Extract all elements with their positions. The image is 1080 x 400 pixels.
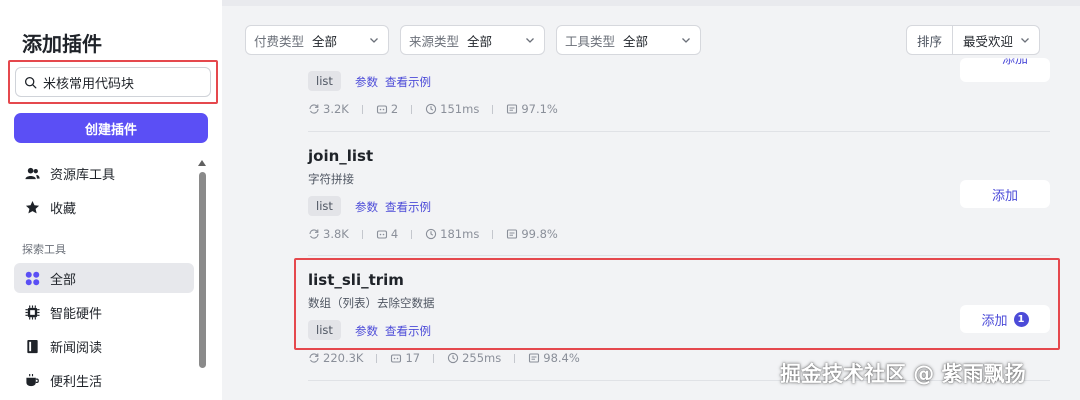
refresh-icon bbox=[309, 229, 319, 239]
nav-label: 便利生活 bbox=[50, 374, 103, 390]
scroll-up-arrow-icon[interactable] bbox=[198, 160, 206, 166]
stat-bots: 2 bbox=[376, 102, 398, 116]
search-box[interactable] bbox=[15, 67, 211, 97]
stat-latency: 255ms bbox=[447, 351, 501, 365]
chevron-down-icon bbox=[370, 38, 378, 43]
bot-icon bbox=[391, 354, 402, 363]
search-input[interactable] bbox=[43, 74, 203, 90]
nav-label: 收藏 bbox=[50, 201, 77, 217]
filter-label: 工具类型 bbox=[565, 33, 616, 49]
stat-uses: 220.3K bbox=[308, 351, 363, 365]
stat-bots: 17 bbox=[390, 351, 420, 365]
sidebar-scrollbar[interactable] bbox=[197, 160, 207, 375]
message-icon bbox=[507, 229, 518, 239]
view-example-link[interactable]: 查看示例 bbox=[385, 323, 431, 339]
watermark-text: 掘金技术社区 @ 紫雨飘扬 bbox=[780, 362, 1026, 386]
create-plugin-button[interactable]: 创建插件 bbox=[14, 113, 208, 143]
stat-bots: 4 bbox=[376, 227, 398, 241]
stat-latency: 151ms bbox=[425, 102, 479, 116]
add-button[interactable]: 添加 bbox=[960, 180, 1050, 208]
sort-dropdown[interactable]: 排序 最受欢迎 bbox=[906, 25, 1040, 55]
nav-item-news-reading[interactable]: 新闻阅读 bbox=[14, 331, 194, 361]
nav-item-favorites[interactable]: 收藏 bbox=[14, 192, 194, 222]
nav-item-smart-hardware[interactable]: 智能硬件 bbox=[14, 297, 194, 327]
filter-value: 全部 bbox=[312, 33, 338, 49]
card-divider bbox=[308, 255, 1050, 256]
stat-success: 97.1% bbox=[506, 102, 558, 116]
chevron-down-icon bbox=[682, 38, 690, 43]
params-link[interactable]: 参数 bbox=[355, 199, 378, 215]
plugin-description: 数组（列表）去除空数据 bbox=[308, 296, 435, 310]
nav-label: 资源库工具 bbox=[50, 167, 116, 183]
message-icon bbox=[507, 104, 518, 114]
filter-pay-type[interactable]: 付费类型 全部 bbox=[245, 25, 389, 55]
params-link[interactable]: 参数 bbox=[355, 74, 378, 90]
bot-icon bbox=[376, 105, 387, 114]
card-divider bbox=[308, 131, 1050, 132]
add-button[interactable]: 添加 bbox=[960, 58, 1050, 82]
section-label-explore: 探索工具 bbox=[22, 243, 66, 256]
chevron-down-icon bbox=[526, 38, 534, 43]
nav-label: 全部 bbox=[50, 272, 77, 288]
stat-success: 99.8% bbox=[506, 227, 558, 241]
bot-icon bbox=[376, 230, 387, 239]
filter-label: 付费类型 bbox=[254, 33, 305, 49]
users-icon bbox=[24, 165, 40, 181]
stat-uses: 3.2K bbox=[308, 102, 349, 116]
tag-list: list bbox=[308, 71, 341, 91]
sort-label: 排序 bbox=[907, 26, 954, 54]
refresh-icon bbox=[309, 104, 319, 114]
tag-list: list bbox=[308, 320, 341, 340]
stat-uses: 3.8K bbox=[308, 227, 349, 241]
add-button-with-badge[interactable]: 添加 1 bbox=[960, 305, 1050, 333]
filter-value: 全部 bbox=[623, 33, 649, 49]
sort-value: 最受欢迎 bbox=[963, 33, 1014, 49]
search-highlight-box bbox=[8, 60, 218, 104]
nav-item-all[interactable]: 全部 bbox=[14, 263, 194, 293]
chevron-down-icon bbox=[1021, 38, 1029, 43]
plugin-stats: 3.2K 2 151ms 97.1% bbox=[308, 102, 558, 116]
scrollbar-thumb[interactable] bbox=[198, 172, 206, 368]
filter-label: 来源类型 bbox=[409, 33, 460, 49]
chip-icon bbox=[24, 304, 40, 320]
clock-icon bbox=[426, 228, 437, 240]
filter-value: 全部 bbox=[467, 33, 493, 49]
add-label: 添加 bbox=[981, 313, 1008, 329]
stat-latency: 181ms bbox=[425, 227, 479, 241]
nav-label: 智能硬件 bbox=[50, 306, 103, 322]
plugin-name: join_list bbox=[308, 147, 374, 165]
grid-icon bbox=[24, 270, 40, 286]
search-icon bbox=[24, 76, 37, 88]
view-example-link[interactable]: 查看示例 bbox=[385, 74, 431, 90]
sidebar: 添加插件 创建插件 资源库工具 收藏 探索工具 全部 智能硬件 bbox=[0, 0, 222, 400]
book-icon bbox=[24, 338, 40, 354]
count-badge: 1 bbox=[1013, 311, 1029, 327]
tag-list: list bbox=[308, 196, 341, 216]
plugin-description: 字符拼接 bbox=[308, 172, 354, 186]
cup-icon bbox=[24, 372, 40, 388]
view-example-link[interactable]: 查看示例 bbox=[385, 199, 431, 215]
stat-success: 98.4% bbox=[528, 351, 580, 365]
clock-icon bbox=[447, 352, 459, 364]
nav-label: 新闻阅读 bbox=[50, 340, 103, 356]
plugin-stats: 220.3K 17 255ms 98.4% bbox=[308, 351, 580, 365]
refresh-icon bbox=[309, 353, 319, 363]
plugin-name: list_sli_trim bbox=[308, 271, 404, 289]
nav-item-resource-tools[interactable]: 资源库工具 bbox=[14, 158, 194, 188]
params-link[interactable]: 参数 bbox=[355, 323, 378, 339]
plugin-stats: 3.8K 4 181ms 99.8% bbox=[308, 227, 558, 241]
top-strip bbox=[222, 0, 1080, 6]
filter-tool-type[interactable]: 工具类型 全部 bbox=[556, 25, 701, 55]
nav-item-convenient-life[interactable]: 便利生活 bbox=[14, 365, 194, 395]
message-icon bbox=[529, 353, 540, 363]
filter-source-type[interactable]: 来源类型 全部 bbox=[400, 25, 545, 55]
panel-title: 添加插件 bbox=[22, 32, 102, 56]
clock-icon bbox=[426, 103, 437, 115]
star-icon bbox=[24, 199, 40, 215]
